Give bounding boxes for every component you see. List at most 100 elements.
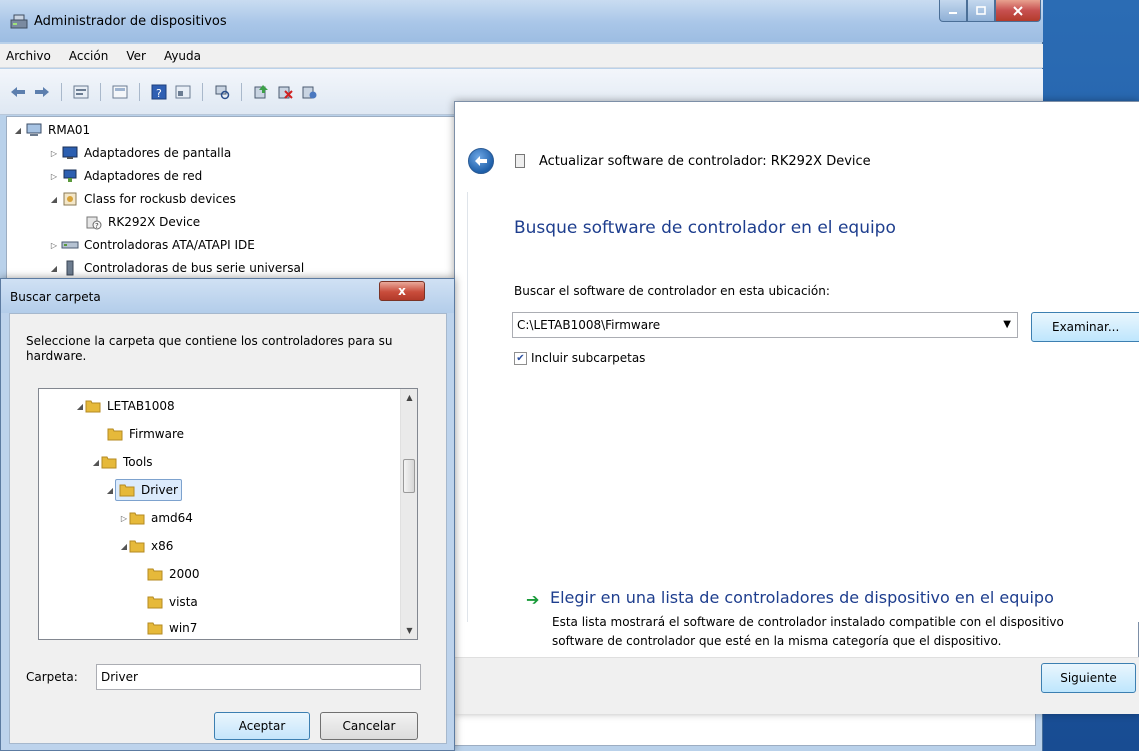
collapsed-triangle-icon[interactable]: ▷ bbox=[49, 241, 59, 250]
accept-button[interactable]: Aceptar bbox=[214, 712, 310, 740]
tree-root-label: RMA01 bbox=[48, 123, 91, 137]
folder-tree[interactable]: ◢ LETAB1008 Firmware ◢ Tools ◢ Driver ▷ … bbox=[38, 388, 418, 640]
folder-item-win7[interactable]: win7 bbox=[147, 616, 197, 640]
maximize-button[interactable] bbox=[967, 0, 995, 22]
menu-accion[interactable]: Acción bbox=[69, 49, 108, 63]
location-value: C:\LETAB1008\Firmware bbox=[517, 318, 661, 332]
tree-item-usb-controllers[interactable]: ◢ Controladoras de bus serie universal bbox=[49, 257, 304, 279]
tree-item-label: Adaptadores de pantalla bbox=[84, 146, 232, 160]
browse-button[interactable]: Examinar... bbox=[1031, 312, 1139, 342]
tree-item-label: Controladoras ATA/ATAPI IDE bbox=[84, 238, 255, 252]
toolbar-separator bbox=[202, 82, 203, 101]
title-bar[interactable]: Administrador de dispositivos bbox=[0, 0, 1043, 42]
tree-item-rk292x-device[interactable]: ? RK292X Device bbox=[83, 211, 200, 233]
expanded-triangle-icon[interactable]: ◢ bbox=[119, 542, 129, 551]
console-icon[interactable] bbox=[175, 84, 191, 100]
menu-archivo[interactable]: Archivo bbox=[6, 49, 51, 63]
folder-item-vista[interactable]: vista bbox=[147, 590, 198, 614]
folder-item-2000[interactable]: 2000 bbox=[147, 562, 200, 586]
folder-label: Tools bbox=[123, 455, 153, 469]
browse-dialog-close-button[interactable]: x bbox=[379, 281, 425, 301]
disable-device-icon[interactable] bbox=[301, 84, 317, 100]
dropdown-arrow-icon[interactable]: ▼ bbox=[1003, 319, 1011, 330]
folder-item-tools[interactable]: ◢ Tools bbox=[91, 450, 153, 474]
window-title: Administrador de dispositivos bbox=[34, 14, 227, 29]
ide-controller-icon bbox=[61, 241, 79, 249]
include-subfolders-checkbox[interactable]: ✔ Incluir subcarpetas bbox=[514, 351, 645, 365]
properties-icon[interactable] bbox=[73, 84, 89, 100]
browse-dialog-title: Buscar carpeta bbox=[10, 290, 101, 304]
expanded-triangle-icon[interactable]: ◢ bbox=[49, 264, 59, 273]
folder-label: win7 bbox=[169, 621, 198, 635]
folder-item-driver[interactable]: ◢ Driver bbox=[105, 478, 182, 502]
close-icon: x bbox=[398, 284, 406, 298]
cancel-button[interactable]: Cancelar bbox=[320, 712, 418, 740]
back-arrow-icon bbox=[475, 156, 487, 166]
caption-buttons bbox=[939, 0, 1041, 24]
folder-item-firmware[interactable]: Firmware bbox=[107, 422, 184, 446]
expanded-triangle-icon[interactable]: ◢ bbox=[75, 402, 85, 411]
selected-folder[interactable]: Driver bbox=[115, 479, 182, 501]
scrollbar-thumb[interactable] bbox=[403, 459, 415, 493]
tree-item-ata-controllers[interactable]: ▷ Controladoras ATA/ATAPI IDE bbox=[49, 234, 255, 256]
tree-item-rockusb-class[interactable]: ◢ Class for rockusb devices bbox=[49, 188, 236, 210]
update-driver-icon[interactable] bbox=[253, 84, 269, 100]
update-driver-dialog: Actualizar software de controlador: RK29… bbox=[454, 101, 1139, 714]
menu-ver[interactable]: Ver bbox=[126, 49, 146, 63]
scroll-down-arrow-icon[interactable]: ▼ bbox=[401, 622, 418, 639]
network-adapter-icon bbox=[63, 169, 77, 182]
folder-icon bbox=[147, 568, 163, 581]
folder-name-value: Driver bbox=[101, 670, 138, 684]
browse-dialog-title-bar[interactable]: Buscar carpeta x bbox=[1, 279, 454, 313]
location-label: Buscar el software de controlador en est… bbox=[514, 284, 830, 298]
view-icon[interactable] bbox=[112, 84, 128, 100]
forward-arrow-icon[interactable] bbox=[34, 84, 50, 100]
folder-icon bbox=[107, 428, 123, 441]
back-arrow-icon[interactable] bbox=[10, 84, 26, 100]
tree-root[interactable]: ◢ RMA01 bbox=[13, 119, 90, 141]
svg-text:?: ? bbox=[95, 222, 99, 230]
update-dialog-header: Actualizar software de controlador: RK29… bbox=[455, 102, 1139, 192]
folder-item-letab1008[interactable]: ◢ LETAB1008 bbox=[75, 394, 175, 418]
expanded-triangle-icon[interactable]: ◢ bbox=[91, 458, 101, 467]
scan-hardware-icon[interactable] bbox=[214, 84, 230, 100]
scroll-up-arrow-icon[interactable]: ▲ bbox=[401, 389, 418, 406]
checkmark-icon[interactable]: ✔ bbox=[514, 351, 527, 365]
minimize-button[interactable] bbox=[939, 0, 967, 22]
folder-tree-scrollbar[interactable]: ▲ ▼ bbox=[400, 389, 417, 639]
folder-icon bbox=[119, 484, 135, 497]
back-button[interactable] bbox=[468, 148, 494, 174]
folder-item-x86[interactable]: ◢ x86 bbox=[119, 534, 173, 558]
close-icon bbox=[1013, 5, 1023, 16]
update-dialog-title: Actualizar software de controlador: RK29… bbox=[539, 154, 871, 169]
description-line: software de controlador que esté en la m… bbox=[552, 634, 1002, 648]
usb-controller-icon bbox=[66, 260, 74, 276]
collapsed-triangle-icon[interactable]: ▷ bbox=[119, 514, 129, 523]
choose-from-list-link[interactable]: Elegir en una lista de controladores de … bbox=[550, 588, 1054, 607]
toolbar-separator bbox=[100, 82, 101, 101]
help-icon[interactable]: ? bbox=[151, 84, 167, 100]
tree-item-label: Adaptadores de red bbox=[84, 169, 203, 183]
expanded-triangle-icon[interactable]: ◢ bbox=[49, 195, 59, 204]
green-arrow-icon: ➔ bbox=[526, 590, 540, 609]
menu-bar: Archivo Acción Ver Ayuda bbox=[0, 44, 1043, 68]
tree-item-display-adapters[interactable]: ▷ Adaptadores de pantalla bbox=[49, 142, 231, 164]
expanded-triangle-icon[interactable]: ◢ bbox=[105, 486, 115, 495]
expanded-triangle-icon[interactable]: ◢ bbox=[13, 126, 23, 135]
next-button[interactable]: Siguiente bbox=[1041, 663, 1136, 693]
folder-name-field[interactable]: Driver bbox=[96, 664, 421, 690]
close-button[interactable] bbox=[995, 0, 1041, 22]
tree-item-label: RK292X Device bbox=[108, 215, 201, 229]
toolbar-separator bbox=[241, 82, 242, 101]
location-combobox[interactable]: C:\LETAB1008\Firmware ▼ bbox=[512, 312, 1018, 338]
folder-icon bbox=[147, 622, 163, 635]
uninstall-icon[interactable] bbox=[277, 84, 293, 100]
toolbar-separator bbox=[61, 82, 62, 101]
rockusb-class-icon bbox=[63, 192, 77, 206]
collapsed-triangle-icon[interactable]: ▷ bbox=[49, 172, 59, 181]
minimize-icon bbox=[949, 11, 957, 14]
menu-ayuda[interactable]: Ayuda bbox=[164, 49, 201, 63]
collapsed-triangle-icon[interactable]: ▷ bbox=[49, 149, 59, 158]
tree-item-network-adapters[interactable]: ▷ Adaptadores de red bbox=[49, 165, 202, 187]
folder-item-amd64[interactable]: ▷ amd64 bbox=[119, 506, 193, 530]
